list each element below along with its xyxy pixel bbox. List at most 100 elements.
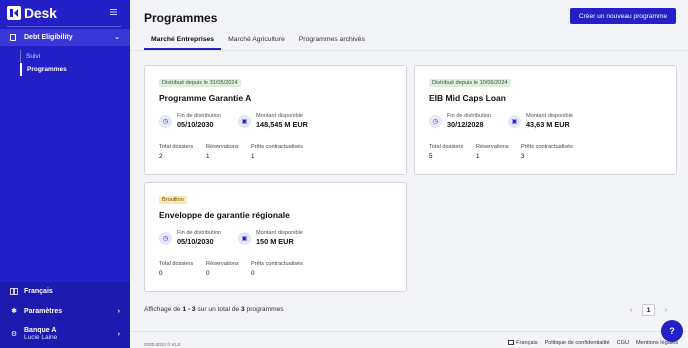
status-badge: Distribué depuis le 10/06/2024 bbox=[429, 79, 511, 87]
amount-label: Montant disponible bbox=[526, 113, 573, 119]
chevron-right-icon: › bbox=[117, 308, 120, 315]
chevron-right-icon[interactable]: › bbox=[661, 307, 671, 314]
language-selector[interactable]: Français bbox=[10, 288, 120, 295]
end-distribution-label: Fin de distribution bbox=[447, 113, 492, 119]
stat-reservations-label: Réservations bbox=[206, 261, 239, 267]
pagination: ‹ 1 › bbox=[626, 304, 671, 316]
stat-reservations-value: 1 bbox=[206, 153, 210, 160]
stat-reservations-label: Réservations bbox=[476, 144, 509, 150]
end-distribution-value: 05/10/2030 bbox=[177, 237, 214, 246]
wallet-icon: ▣ bbox=[238, 114, 251, 128]
menu-icon[interactable] bbox=[110, 8, 118, 17]
stat-contracted-label: Prêts contractualisés bbox=[251, 144, 303, 150]
app-name: Desk bbox=[24, 5, 57, 21]
sidebar-bottom: Français ✱ Paramètres › ⚙ Banque A Lucie… bbox=[0, 282, 130, 348]
wallet-icon: ▣ bbox=[508, 114, 521, 128]
sidebar-item-debt-eligibility[interactable]: Debt Eligibility ⌄ bbox=[0, 29, 130, 46]
tabs-divider bbox=[130, 50, 688, 51]
copyright: 2020-2024 © KLS bbox=[144, 342, 181, 347]
tabs: Marché Entreprises Marché Agriculture Pr… bbox=[144, 30, 372, 50]
program-card[interactable]: Brouillon Enveloppe de garantie régional… bbox=[144, 182, 407, 292]
stat-total: Total dossiers 0 bbox=[159, 261, 206, 277]
sidebar-item-label: Debt Eligibility bbox=[24, 34, 73, 41]
stat-total: Total dossiers 2 bbox=[159, 144, 206, 160]
chevron-down-icon: ⌄ bbox=[114, 34, 120, 41]
settings-item[interactable]: ✱ Paramètres › bbox=[10, 308, 120, 315]
footer-language[interactable]: Français bbox=[508, 340, 538, 346]
account-item[interactable]: ⚙ Banque A Lucie Laine › bbox=[10, 327, 120, 341]
stat-total: Total dossiers 5 bbox=[429, 144, 476, 160]
stat-total-label: Total dossiers bbox=[429, 144, 464, 150]
amount-label: Montant disponible bbox=[256, 230, 303, 236]
amount-value: 148,545 M EUR bbox=[256, 120, 308, 129]
help-button[interactable]: ? bbox=[661, 320, 683, 342]
card-title: Programme Garantie A bbox=[159, 93, 252, 103]
stat-contracted: Prêts contractualisés 3 bbox=[521, 144, 573, 160]
privacy-link[interactable]: Politique de confidentialité bbox=[545, 340, 610, 346]
settings-label: Paramètres bbox=[24, 308, 63, 315]
card-stats: Total dossiers 5 Réservations 1 Prêts co… bbox=[429, 144, 573, 160]
gear-icon: ✱ bbox=[11, 308, 17, 315]
wallet-icon: ▣ bbox=[238, 231, 251, 245]
tab-marche-agriculture[interactable]: Marché Agriculture bbox=[221, 30, 292, 50]
amount-available: ▣ Montant disponible 148,545 M EUR bbox=[238, 113, 308, 129]
end-distribution: ◷ Fin de distribution 05/10/2030 bbox=[159, 113, 221, 129]
chevron-right-icon: › bbox=[117, 331, 120, 338]
amount-value: 43,63 M EUR bbox=[526, 120, 570, 129]
card-title: EIB Mid Caps Loan bbox=[429, 93, 506, 103]
card-stats: Total dossiers 2 Réservations 1 Prêts co… bbox=[159, 144, 303, 160]
account-bank: Banque A bbox=[24, 327, 57, 334]
stat-reservations-label: Réservations bbox=[206, 144, 239, 150]
sidebar: Desk Debt Eligibility ⌄ Suivi Programmes… bbox=[0, 0, 130, 348]
card-stats: Total dossiers 0 Réservations 0 Prêts co… bbox=[159, 261, 303, 277]
sidebar-divider bbox=[7, 26, 121, 27]
card-title: Enveloppe de garantie régionale bbox=[159, 210, 290, 220]
page-button-current[interactable]: 1 bbox=[642, 304, 655, 316]
stat-contracted-value: 3 bbox=[521, 153, 525, 160]
stat-reservations: Réservations 1 bbox=[206, 144, 251, 160]
create-program-button[interactable]: Créer un nouveau programme bbox=[570, 8, 676, 24]
amount-available: ▣ Montant disponible 150 M EUR bbox=[238, 230, 303, 246]
sidebar-subnav: Suivi Programmes bbox=[20, 50, 120, 76]
end-distribution-value: 05/10/2030 bbox=[177, 120, 214, 129]
end-distribution: ◷ Fin de distribution 05/10/2030 bbox=[159, 230, 221, 246]
chevron-left-icon[interactable]: ‹ bbox=[626, 307, 636, 314]
stat-reservations-value: 0 bbox=[206, 270, 210, 277]
pagination-range: 1 - 3 bbox=[182, 306, 196, 313]
stat-total-label: Total dossiers bbox=[159, 144, 194, 150]
stat-reservations: Réservations 0 bbox=[206, 261, 251, 277]
status-badge: Brouillon bbox=[159, 196, 187, 204]
stat-contracted-value: 0 bbox=[251, 270, 255, 277]
stat-contracted-value: 1 bbox=[251, 153, 255, 160]
sidebar-subitem-programmes[interactable]: Programmes bbox=[20, 63, 120, 76]
tab-marche-entreprises[interactable]: Marché Entreprises bbox=[144, 30, 222, 50]
account-user: Lucie Laine bbox=[24, 334, 58, 341]
amount-label: Montant disponible bbox=[256, 113, 303, 119]
program-card[interactable]: Distribué depuis le 31/05/2024 Programme… bbox=[144, 65, 407, 175]
globe-icon bbox=[10, 288, 18, 295]
status-badge: Distribué depuis le 31/05/2024 bbox=[159, 79, 241, 87]
stat-total-value: 5 bbox=[429, 153, 433, 160]
amount-value: 150 M EUR bbox=[256, 237, 294, 246]
logo-icon bbox=[7, 6, 21, 20]
program-card[interactable]: Distribué depuis le 10/06/2024 EIB Mid C… bbox=[414, 65, 677, 175]
terms-link[interactable]: CGU bbox=[617, 340, 629, 346]
stat-contracted-label: Prêts contractualisés bbox=[251, 261, 303, 267]
tab-programmes-archives[interactable]: Programmes archivés bbox=[292, 30, 372, 50]
pagination-prefix: Affichage de bbox=[144, 306, 183, 313]
stat-reservations-value: 1 bbox=[476, 153, 480, 160]
app-logo[interactable]: Desk bbox=[7, 5, 57, 21]
stat-total-value: 2 bbox=[159, 153, 163, 160]
footer-links: Français Politique de confidentialité CG… bbox=[508, 340, 678, 346]
pagination-summary: Affichage de 1 - 3 sur un total de 3 pro… bbox=[144, 306, 284, 313]
stat-total-value: 0 bbox=[159, 270, 163, 277]
end-distribution-label: Fin de distribution bbox=[177, 113, 222, 119]
main-content: Programmes Créer un nouveau programme Ma… bbox=[130, 0, 688, 348]
stat-contracted-label: Prêts contractualisés bbox=[521, 144, 573, 150]
sidebar-subitem-suivi[interactable]: Suivi bbox=[21, 50, 120, 63]
stat-total-label: Total dossiers bbox=[159, 261, 194, 267]
amount-available: ▣ Montant disponible 43,63 M EUR bbox=[508, 113, 573, 129]
pagination-suffix: programmes bbox=[244, 306, 284, 313]
stat-contracted: Prêts contractualisés 0 bbox=[251, 261, 303, 277]
language-label: Français bbox=[24, 288, 53, 295]
